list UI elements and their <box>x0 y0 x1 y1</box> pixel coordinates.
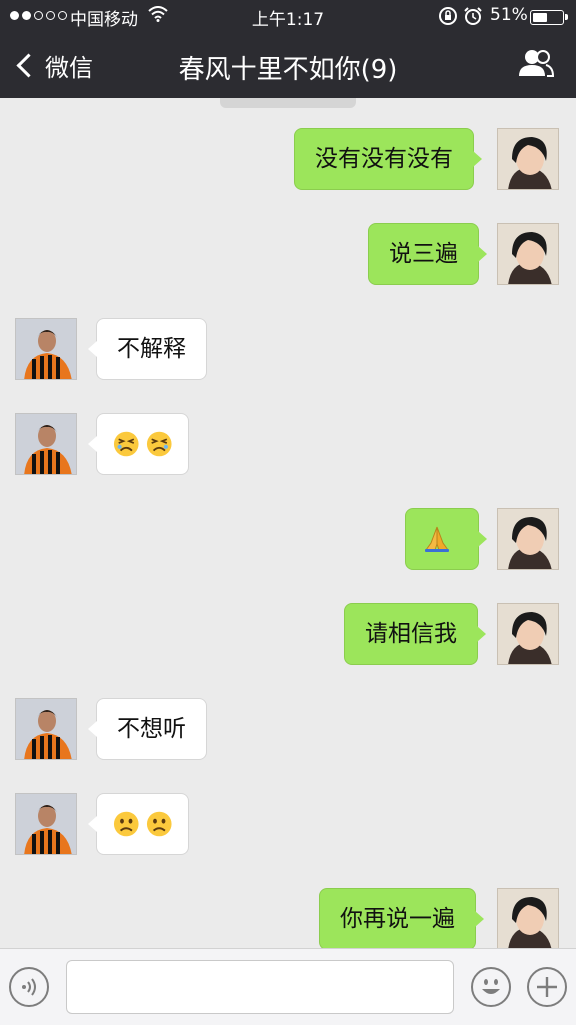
persevering-face-icon <box>113 431 139 457</box>
message-bubble-outgoing[interactable]: 说三遍 <box>368 223 487 285</box>
avatar[interactable] <box>497 888 559 948</box>
frowning-face-icon <box>113 811 139 837</box>
group-members-button[interactable] <box>518 48 555 82</box>
message-bubble-outgoing[interactable] <box>405 508 487 570</box>
frowning-face-icon <box>146 811 172 837</box>
voice-icon <box>22 978 36 996</box>
battery-percent: 51% <box>490 5 528 25</box>
avatar[interactable] <box>497 603 559 665</box>
message-bubble-incoming[interactable] <box>88 793 189 855</box>
message-input[interactable] <box>66 960 454 1014</box>
battery-icon <box>530 10 568 25</box>
message-bubble-incoming[interactable]: 不想听 <box>88 698 207 760</box>
message-bubble-incoming[interactable]: 不解释 <box>88 318 207 380</box>
group-icon <box>519 50 555 77</box>
avatar[interactable] <box>15 413 77 475</box>
avatar[interactable] <box>497 508 559 570</box>
folded-hands-icon <box>425 526 449 552</box>
avatar[interactable] <box>15 698 77 760</box>
message-bubble-outgoing[interactable]: 你再说一遍 <box>319 888 484 948</box>
plus-icon <box>537 977 557 997</box>
avatar[interactable] <box>497 128 559 190</box>
voice-button[interactable] <box>9 967 49 1007</box>
input-bar <box>0 948 576 1025</box>
chat-area[interactable]: 没有没有没有 说三遍 不解释 请相信我 不想听 你再说一遍 <box>0 98 576 948</box>
emoji-button[interactable] <box>471 967 511 1007</box>
message-bubble-outgoing[interactable]: 没有没有没有 <box>294 128 482 190</box>
timestamp-pill <box>220 98 356 108</box>
message-bubble-outgoing[interactable]: 请相信我 <box>344 603 486 665</box>
more-button[interactable] <box>527 967 567 1007</box>
smiley-icon <box>482 979 500 994</box>
alarm-icon <box>463 6 483 31</box>
avatar[interactable] <box>15 318 77 380</box>
avatar[interactable] <box>15 793 77 855</box>
message-bubble-incoming[interactable] <box>88 413 189 475</box>
status-bar: 中国移动 上午1:17 51% <box>0 0 576 32</box>
top-bar: 中国移动 上午1:17 51% 微信 春风十里不如你(9) <box>0 0 576 98</box>
avatar[interactable] <box>497 223 559 285</box>
persevering-face-icon <box>146 431 172 457</box>
chat-title: 春风十里不如你(9) <box>178 55 398 85</box>
nav-bar: 微信 春风十里不如你(9) <box>0 32 576 98</box>
rotation-lock-icon <box>438 6 458 31</box>
